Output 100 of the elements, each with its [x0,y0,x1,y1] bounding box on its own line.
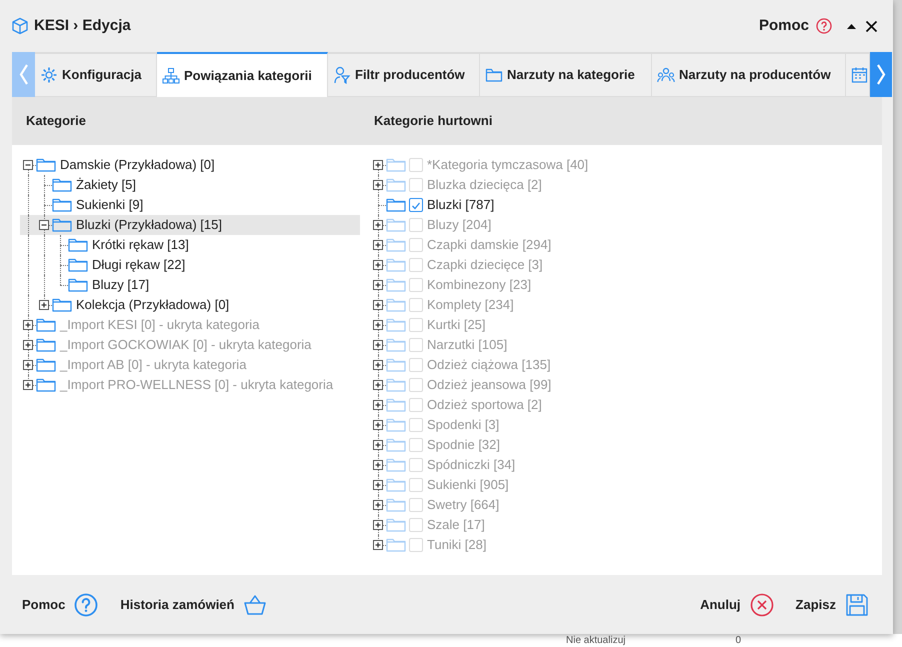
expand-icon[interactable] [373,520,383,530]
tree-item[interactable]: _Import AB [0] - ukryta kategoria [20,355,360,375]
help-icon [816,18,832,34]
folder-icon [52,177,72,193]
tree-label: Odzież ciążowa [135] [427,356,551,374]
tree-item[interactable]: Szale [17] [370,515,860,535]
tab[interactable]: Filtr producentów [328,52,480,97]
expand-icon[interactable] [373,540,383,550]
tree-item[interactable]: Spodnie [32] [370,435,860,455]
tree-item[interactable]: *Kategoria tymczasowa [40] [370,155,860,175]
tree-item[interactable]: Odzież ciążowa [135] [370,355,860,375]
tree-label: Szale [17] [427,516,485,534]
expand-icon[interactable] [23,340,33,350]
gear-icon [40,66,58,84]
expand-icon[interactable] [23,380,33,390]
expand-icon[interactable] [373,360,383,370]
expand-icon[interactable] [373,460,383,470]
tree-label: Narzutki [105] [427,336,508,354]
collapse-icon[interactable] [39,220,49,230]
tab[interactable]: Konfiguracja [35,52,157,97]
expand-icon[interactable] [373,240,383,250]
expand-icon[interactable] [373,160,383,170]
tab[interactable]: Powiązania kategorii [157,52,328,97]
tree-item[interactable]: Spódniczki [34] [370,455,860,475]
tree-label: _Import PRO-WELLNESS [0] - ukryta kategoria [60,376,334,394]
tree-label: Czapki dziecięce [3] [427,256,543,274]
tab[interactable]: Narzuty na kategorie [480,52,652,97]
tree-item[interactable]: Tuniki [28] [370,535,860,555]
tree-item[interactable]: Długi rękaw [22] [20,255,360,275]
collapse-icon[interactable] [23,160,33,170]
tree-item[interactable]: Swetry [664] [370,495,860,515]
expand-icon[interactable] [23,320,33,330]
folder-icon [386,197,406,213]
checkbox[interactable] [409,198,423,212]
tree-item[interactable]: Odzież jeansowa [99] [370,375,860,395]
tree-item[interactable]: Bluzki [787] [370,195,860,215]
tree-item[interactable]: Kolekcja (Przykładowa) [0] [20,295,360,315]
close-icon[interactable] [865,20,878,32]
collapse-icon[interactable] [846,22,857,30]
tree-label: Bluzki (Przykładowa) [15] [76,216,222,234]
folder-icon [386,177,406,193]
expand-icon[interactable] [373,180,383,190]
folder-icon [52,197,72,213]
folder-icon [386,417,406,433]
tree-item[interactable]: Bluzka dziecięca [2] [370,175,860,195]
help-button[interactable]: Pomoc [758,14,832,38]
folder-icon [386,477,406,493]
tree-item[interactable]: Spodenki [3] [370,415,860,435]
expand-icon[interactable] [373,500,383,510]
folder-icon [68,277,88,293]
scroll-right-button[interactable] [870,52,892,97]
tree-item[interactable]: Kurtki [25] [370,315,860,335]
folder-icon [386,397,406,413]
tree-label: Spodnie [32] [427,436,500,454]
tree-item[interactable]: _Import GOCKOWIAK [0] - ukryta kategoria [20,335,360,355]
tree-item[interactable]: Odzież sportowa [2] [370,395,860,415]
expand-icon[interactable] [373,340,383,350]
cancel-button[interactable]: Anuluj [700,592,774,616]
expand-icon[interactable] [373,380,383,390]
tree-item[interactable]: Czapki dziecięce [3] [370,255,860,275]
folder-icon [386,517,406,533]
expand-icon[interactable] [373,220,383,230]
expand-icon[interactable] [373,420,383,430]
tree-item[interactable]: Bluzy [17] [20,275,360,295]
tree-item[interactable]: Komplety [234] [370,295,860,315]
expand-icon[interactable] [39,300,49,310]
save-button[interactable]: Zapisz [796,592,869,616]
tree-item[interactable]: _Import PRO-WELLNESS [0] - ukryta kategoria [20,375,360,395]
expand-icon[interactable] [373,440,383,450]
tree-label: Spódniczki [34] [427,456,516,474]
tab[interactable]: Narzuty na producentów [652,52,846,97]
expand-icon[interactable] [373,260,383,270]
tree-label: Komplety [234] [427,296,514,314]
tree-label: Odzież sportowa [2] [427,396,542,414]
tree-item[interactable]: Bluzki (Przykładowa) [15] [20,215,360,235]
tree-item[interactable]: Sukienki [905] [370,475,860,495]
expand-icon[interactable] [373,480,383,490]
order-history-button[interactable]: Historia zamówień [120,592,268,616]
folder-icon [386,317,406,333]
tree-item[interactable]: _Import KESI [0] - ukryta kategoria [20,315,360,335]
tree-item[interactable]: Kombinezony [23] [370,275,860,295]
tree-label: *Kategoria tymczasowa [40] [427,156,588,174]
tree-item[interactable]: Bluzy [204] [370,215,860,235]
tree-item[interactable]: Czapki damskie [294] [370,235,860,255]
calendar-icon [851,66,869,84]
tree-item[interactable]: Damskie (Przykładowa) [0] [20,155,360,175]
folder-icon [386,537,406,553]
help-button[interactable]: Pomoc [22,592,98,616]
expand-icon[interactable] [373,300,383,310]
tree-label: _Import AB [0] - ukryta kategoria [60,356,246,374]
expand-icon[interactable] [23,360,33,370]
folder-icon [52,217,72,233]
tree-item[interactable]: Narzutki [105] [370,335,860,355]
tree-item[interactable]: Żakiety [5] [20,175,360,195]
expand-icon[interactable] [373,280,383,290]
tab[interactable] [846,52,870,97]
tree-label: Bluzy [17] [92,276,150,294]
expand-icon[interactable] [373,320,383,330]
expand-icon[interactable] [373,400,383,410]
tree-item[interactable]: Krótki rękaw [13] [20,235,360,255]
